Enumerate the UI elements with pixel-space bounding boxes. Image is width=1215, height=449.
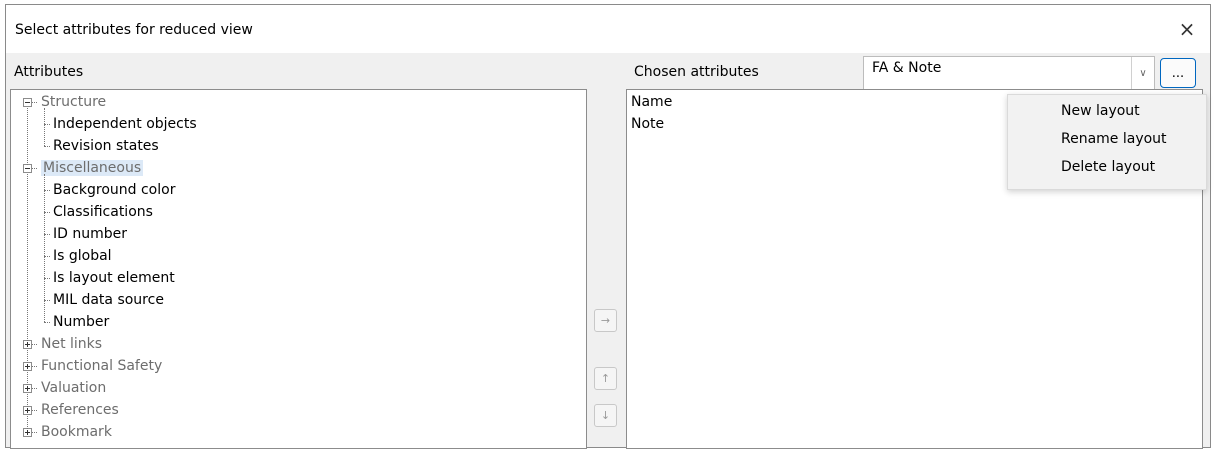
tree-connector xyxy=(27,372,28,385)
tree-connector xyxy=(44,322,50,323)
tree-expander-icon[interactable] xyxy=(23,164,32,173)
layout-select[interactable]: FA & Note ∨ xyxy=(863,56,1155,90)
tree-item-label: Independent objects xyxy=(53,116,197,132)
tree-item[interactable]: Independent objects xyxy=(53,113,197,135)
tree-group-label: Net links xyxy=(41,336,103,352)
tree-item[interactable]: Is layout element xyxy=(53,267,175,289)
tree-item-label: ID number xyxy=(53,226,127,242)
tree-expander-icon[interactable] xyxy=(23,362,32,371)
tree-item-label: Revision states xyxy=(53,138,159,154)
layout-more-button[interactable]: ... xyxy=(1160,58,1196,88)
tree-group-structure[interactable]: Structure xyxy=(41,91,106,113)
attributes-tree[interactable]: Structure Independent objects Revision sta… xyxy=(10,89,587,449)
tree-connector xyxy=(27,416,28,429)
tree-item-label: Is layout element xyxy=(53,270,175,286)
tree-connector xyxy=(27,394,28,407)
tree-item[interactable]: Classifications xyxy=(53,201,153,223)
tree-item-label: Classifications xyxy=(53,204,153,220)
layout-select-value: FA & Note xyxy=(872,60,942,76)
tree-item[interactable]: ID number xyxy=(53,223,127,245)
tree-connector xyxy=(27,108,28,165)
tree-connector xyxy=(32,102,37,103)
arrow-down-icon: ↓ xyxy=(600,409,611,422)
tree-group-label: Bookmark xyxy=(41,424,112,440)
tree-group-label: Structure xyxy=(41,94,107,110)
tree-item-label: MIL data source xyxy=(53,292,164,308)
chosen-attributes-label: Chosen attributes xyxy=(634,64,759,80)
tree-group-label: Functional Safety xyxy=(41,358,163,374)
tree-item-label: Number xyxy=(53,314,110,330)
tree-item[interactable]: Background color xyxy=(53,179,175,201)
close-icon[interactable]: × xyxy=(1164,5,1210,53)
arrow-up-icon: ↑ xyxy=(600,372,611,385)
chosen-attribute-item[interactable]: Name xyxy=(631,91,672,113)
tree-item-label: Background color xyxy=(53,182,176,198)
tree-connector xyxy=(27,350,28,363)
tree-connector xyxy=(32,388,37,389)
tree-group-net-links[interactable]: Net links xyxy=(41,333,102,355)
attributes-label: Attributes xyxy=(14,64,84,80)
tree-group-valuation[interactable]: Valuation xyxy=(41,377,106,399)
tree-connector xyxy=(32,432,37,433)
layout-context-menu: New layout Rename layout Delete layout xyxy=(1007,94,1207,190)
dialog-title: Select attributes for reduced view xyxy=(15,22,253,38)
tree-connector xyxy=(32,168,37,169)
tree-group-label: Valuation xyxy=(41,380,107,396)
tree-group-bookmark[interactable]: Bookmark xyxy=(41,421,112,443)
menu-item-delete-layout[interactable]: Delete layout xyxy=(1061,156,1155,178)
tree-expander-icon[interactable] xyxy=(23,340,32,349)
tree-expander-icon[interactable] xyxy=(23,428,32,437)
tree-expander-icon[interactable] xyxy=(23,384,32,393)
tree-expander-icon[interactable] xyxy=(23,406,32,415)
chosen-attribute-item[interactable]: Note xyxy=(631,113,664,135)
tree-group-miscellaneous[interactable]: Miscellaneous xyxy=(41,157,144,179)
tree-connector xyxy=(32,410,37,411)
tree-expander-icon[interactable] xyxy=(23,98,32,107)
title-bar: Select attributes for reduced view × xyxy=(6,5,1210,53)
tree-item[interactable]: Revision states xyxy=(53,135,159,157)
tree-connector xyxy=(44,146,50,147)
tree-connector xyxy=(27,174,28,341)
tree-item[interactable]: Number xyxy=(53,311,109,333)
tree-group-functional-safety[interactable]: Functional Safety xyxy=(41,355,162,377)
tree-connector xyxy=(44,108,45,146)
tree-item[interactable]: Is global xyxy=(53,245,112,267)
menu-item-rename-layout[interactable]: Rename layout xyxy=(1061,128,1167,150)
tree-connector xyxy=(32,344,37,345)
tree-group-references[interactable]: References xyxy=(41,399,119,421)
tree-group-label: Miscellaneous xyxy=(41,160,144,176)
arrow-right-icon: → xyxy=(600,314,611,327)
move-up-button[interactable]: ↑ xyxy=(594,367,617,390)
menu-item-new-layout[interactable]: New layout xyxy=(1061,100,1140,122)
chevron-down-icon[interactable]: ∨ xyxy=(1131,57,1154,89)
tree-item-label: Is global xyxy=(53,248,112,264)
tree-connector xyxy=(32,366,37,367)
add-attribute-button[interactable]: → xyxy=(594,309,617,332)
move-down-button[interactable]: ↓ xyxy=(594,404,617,427)
tree-group-label: References xyxy=(41,402,119,418)
tree-item[interactable]: MIL data source xyxy=(53,289,164,311)
tree-connector xyxy=(44,174,45,322)
